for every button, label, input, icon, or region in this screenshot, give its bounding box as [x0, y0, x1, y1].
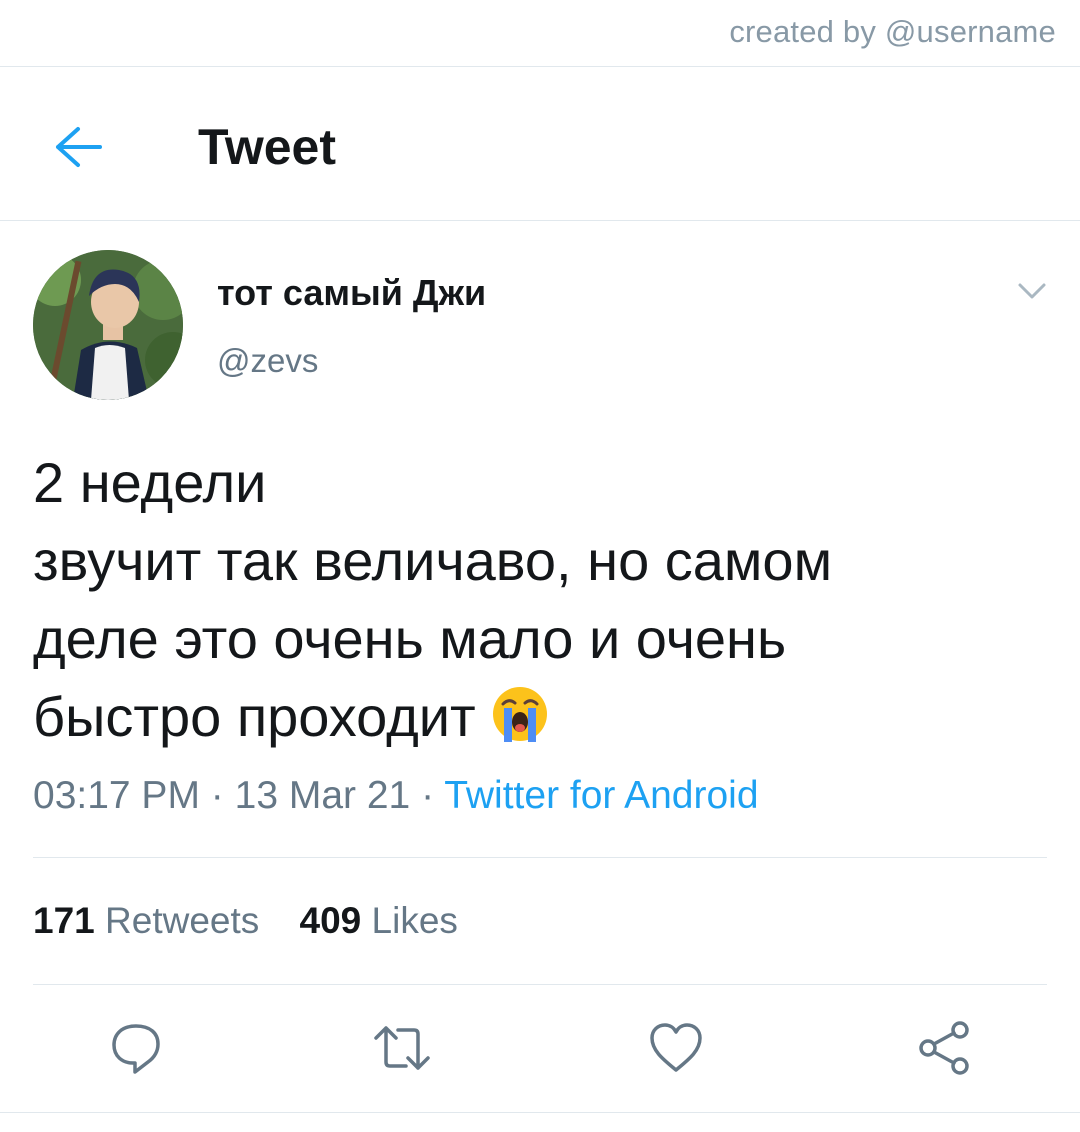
chevron-down-icon [1018, 283, 1046, 299]
tweet-time: 03:17 PM [33, 774, 200, 817]
tweet-meta: 03:17 PM · 13 Mar 21 · Twitter for Andro… [33, 774, 759, 818]
page-title: Tweet [198, 119, 336, 175]
likes-label: Likes [371, 900, 458, 941]
author-handle[interactable]: @zevs [217, 342, 318, 380]
like-button[interactable] [646, 1018, 706, 1078]
retweet-button[interactable] [372, 1018, 432, 1078]
meta-divider [33, 857, 1047, 858]
meta-separator: · [210, 774, 224, 817]
top-divider [0, 66, 1080, 67]
loudly-crying-face-emoji [492, 687, 547, 742]
stats-divider [33, 984, 1047, 985]
meta-separator: · [421, 774, 435, 817]
retweets-stat[interactable]: 171 Retweets [33, 900, 259, 942]
more-options-button[interactable] [1014, 276, 1050, 306]
tweet-text-line: звучит так величаво, но самом [33, 529, 833, 592]
bottom-divider [0, 1112, 1080, 1113]
tweet-text-line: 2 недели [33, 451, 267, 514]
heart-icon [650, 1023, 702, 1072]
arrow-left-icon [56, 127, 102, 167]
header-divider [0, 220, 1080, 221]
reply-icon [112, 1024, 160, 1074]
likes-stat[interactable]: 409 Likes [300, 900, 458, 942]
author-name[interactable]: тот самый Джи [217, 272, 486, 314]
retweet-icon [374, 1026, 430, 1070]
likes-count: 409 [299, 900, 362, 941]
avatar[interactable] [33, 250, 183, 400]
avatar-image [33, 250, 183, 400]
back-button[interactable] [52, 124, 104, 170]
tweet-stats: 171 Retweets 409 Likes [33, 900, 458, 942]
retweets-label: Retweets [105, 900, 260, 941]
retweets-count: 171 [33, 900, 95, 941]
tweet-text: 2 недели звучит так величаво, но самом д… [33, 444, 1033, 756]
tweet-text-line: деле это очень мало и очень [33, 607, 787, 670]
tweet-source-link[interactable]: Twitter for Android [444, 774, 758, 817]
creator-watermark: created by @username [729, 14, 1056, 49]
tweet-date: 13 Mar 21 [234, 774, 411, 817]
reply-button[interactable] [106, 1018, 166, 1078]
share-icon [919, 1021, 969, 1075]
tweet-text-line: быстро проходит [33, 685, 476, 748]
tweet-text-last-line: быстро проходит [33, 678, 1033, 756]
share-button[interactable] [914, 1018, 974, 1078]
